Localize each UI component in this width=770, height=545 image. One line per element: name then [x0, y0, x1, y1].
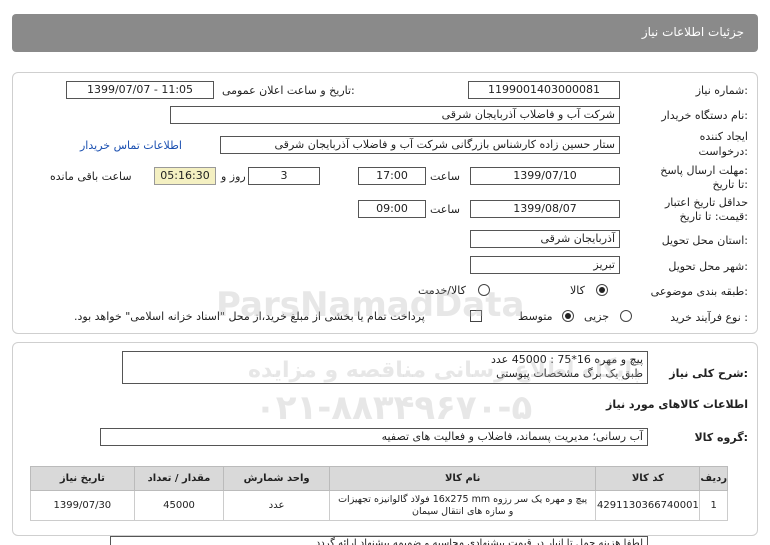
col-unit: واحد شمارش	[223, 466, 330, 491]
buyer-contact-link[interactable]: اطلاعات تماس خریدار	[80, 139, 182, 152]
delivery-province-label: استان محل تحویل:	[661, 234, 748, 247]
watermark-line: پایگاه اطلاع رسانی مناقصه و مزایده	[248, 358, 641, 383]
price-validity-label-1: حداقل تاریخ اعتبار	[664, 196, 748, 209]
validity-date-field: 1399/08/07	[470, 200, 620, 218]
watermark-phone: ۰۲۱-۸۸۳۴۹۶۷۰-۵	[255, 388, 533, 428]
need-number-field: 1199001403000081	[468, 81, 620, 99]
cell-need-date: 1399/07/30	[30, 490, 135, 521]
cell-quantity: 45000	[133, 490, 225, 521]
items-table-header: تاریخ نیاز مقدار / تعداد واحد شمارش نام …	[30, 466, 728, 491]
page-title: جزئیات اطلاعات نیاز	[641, 25, 744, 39]
cell-goods-code: 4291130366740001	[595, 490, 701, 521]
reply-deadline-label-1: مهلت ارسال پاسخ:	[660, 164, 748, 177]
validity-hour-label: ساعت	[430, 203, 460, 216]
col-need-date: تاریخ نیاز	[30, 466, 135, 491]
reply-deadline-label-2: تا تاریخ:	[712, 178, 748, 191]
delivery-city-field: تبریز	[470, 256, 620, 274]
buyer-org-label: نام دستگاه خریدار:	[661, 109, 748, 122]
goods-name-line-1: پیچ و مهره یک سر رزوه 16x275 mm فولاد گا…	[338, 493, 588, 505]
col-row: ردیف	[699, 466, 728, 491]
items-table: تاریخ نیاز مقدار / تعداد واحد شمارش نام …	[30, 466, 728, 521]
category-goods-label: کالا	[570, 284, 585, 297]
price-validity-label-2: قیمت: تا تاریخ:	[679, 210, 748, 223]
category-label: طبقه بندی موضوعی:	[650, 285, 748, 298]
cell-unit: عدد	[223, 490, 330, 521]
need-number-label: شماره نیاز:	[695, 84, 748, 97]
delivery-city-label: شهر محل تحویل:	[668, 260, 748, 273]
process-type-label: نوع فرآیند خرید :	[670, 311, 748, 324]
items-table-container: تاریخ نیاز مقدار / تعداد واحد شمارش نام …	[30, 466, 728, 521]
category-radio-goods[interactable]	[596, 284, 608, 296]
reply-time-field: 17:00	[358, 167, 426, 185]
process-minor-label: جزیی	[584, 310, 610, 323]
col-goods-code: کد کالا	[595, 466, 701, 491]
delivery-province-field: آذربایجان شرقی	[470, 230, 620, 248]
goods-group-label: گروه کالا:	[694, 431, 748, 444]
reply-date-field: 1399/07/10	[470, 167, 620, 185]
col-goods-name: نام کالا	[328, 466, 597, 491]
process-radio-minor[interactable]	[620, 310, 632, 322]
table-row[interactable]: 1399/07/30 45000 عدد پیچ و مهره یک سر رز…	[30, 490, 728, 521]
col-quantity: مقدار / تعداد	[133, 466, 225, 491]
page-header: جزئیات اطلاعات نیاز	[12, 14, 758, 52]
countdown-field: 05:16:30	[154, 167, 216, 185]
day-and-label: روز و	[221, 170, 246, 183]
validity-time-field: 09:00	[358, 200, 426, 218]
goods-info-heading: اطلاعات کالاهای مورد نیاز	[606, 398, 748, 411]
remaining-label: ساعت باقی مانده	[50, 170, 132, 183]
requester-label-2: درخواست:	[698, 145, 749, 158]
watermark-brand: ParsNamadData	[216, 285, 525, 325]
announce-datetime-field: 1399/07/07 - 11:05	[66, 81, 214, 99]
goods-group-field: آب رسانی؛ مدیریت پسماند، فاضلاب و فعالیت…	[100, 428, 648, 446]
requester-label-1: ایجاد کننده	[699, 130, 748, 143]
requester-field: ستار حسین زاده کارشناس بازرگانی شرکت آب …	[220, 136, 620, 154]
reply-hour-label: ساعت	[430, 170, 460, 183]
remaining-days-field: 3	[248, 167, 320, 185]
cell-goods-name: پیچ و مهره یک سر رزوه 16x275 mm فولاد گا…	[328, 490, 597, 521]
process-radio-medium[interactable]	[562, 310, 574, 322]
announce-datetime-label: تاریخ و ساعت اعلان عمومی:	[222, 84, 355, 97]
extra-notes-box: لطفا هزینه حمل تا انبار در قیمت پیشنهادی…	[110, 536, 648, 545]
cell-row: 1	[699, 490, 728, 521]
need-description-label: شرح کلی نیاز:	[669, 367, 748, 380]
goods-name-line-2: و سازه های انتقال سیمان	[411, 505, 514, 517]
buyer-org-field: شرکت آب و فاضلاب آذربایجان شرقی	[170, 106, 620, 124]
